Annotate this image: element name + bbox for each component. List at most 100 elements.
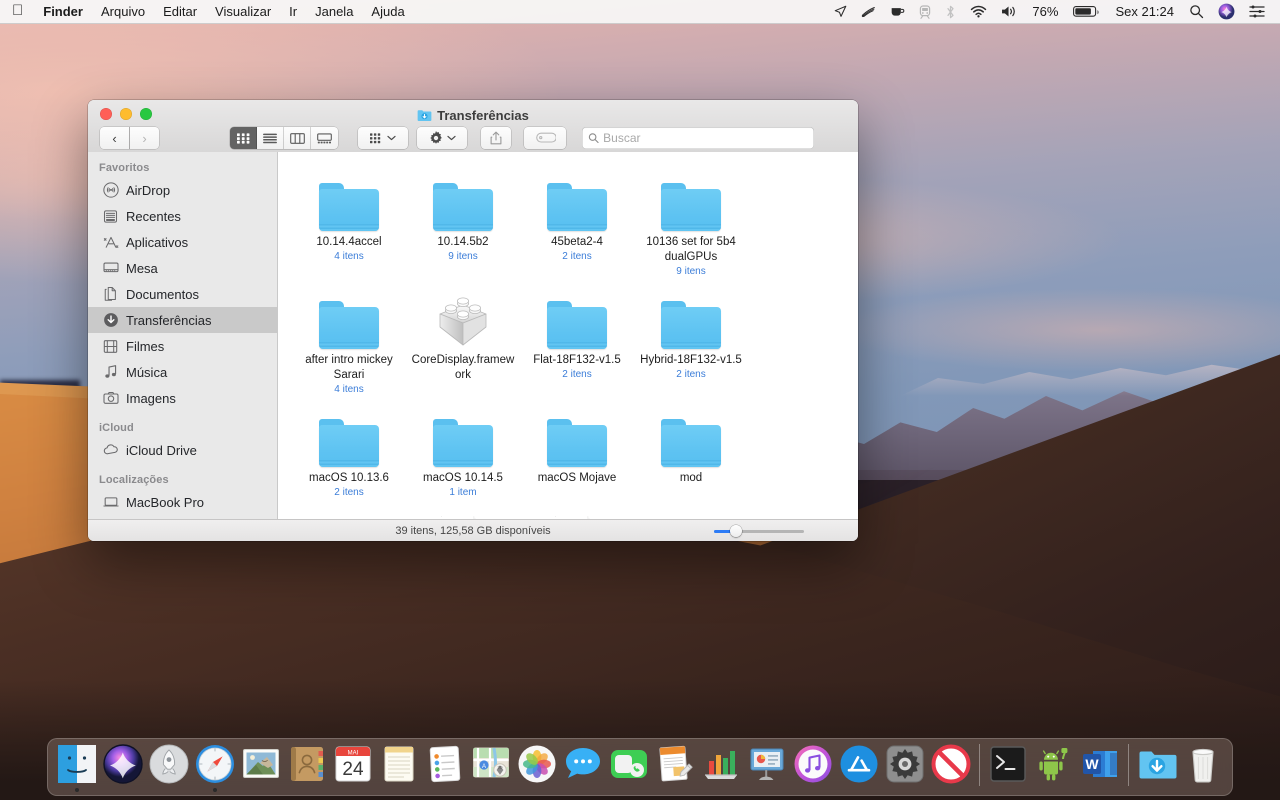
sidebar-section-favoritos: Favoritos — [99, 162, 150, 174]
file-item[interactable]: macOS 10.14.5 1 item — [406, 402, 520, 505]
dock-item-reminders[interactable] — [422, 740, 468, 792]
menu-item-ajuda[interactable]: Ajuda — [362, 0, 413, 24]
file-item[interactable]: ZIP 45beta2.zip — [406, 505, 520, 519]
file-item[interactable]: ZIP 10136 set for 5b4 — [520, 505, 634, 519]
file-item[interactable]: macOS 10.13.6 2 itens — [292, 402, 406, 505]
finder-sidebar[interactable]: Favoritos AirDrop Recentes Aplicativos M… — [88, 152, 278, 519]
forward-button[interactable]: › — [130, 127, 159, 149]
sidebar-item-recentes[interactable]: Recentes — [88, 203, 277, 229]
sidebar-item-icloud-drive[interactable]: iCloud Drive — [88, 437, 277, 463]
sidebar-item-aplicativos[interactable]: Aplicativos — [88, 229, 277, 255]
dock-item-microsoft-word[interactable]: W — [1077, 740, 1123, 792]
search-icon[interactable] — [1182, 0, 1211, 24]
arrange-by-button[interactable] — [358, 127, 408, 149]
status-text: 39 itens, 125,58 GB disponíveis — [395, 524, 551, 537]
search-field[interactable] — [582, 127, 814, 149]
action-button[interactable] — [417, 127, 467, 149]
menu-item-ir[interactable]: Ir — [280, 0, 306, 24]
sidebar-item-documentos[interactable]: Documentos — [88, 281, 277, 307]
sidebar-section-icloud: iCloud — [99, 422, 134, 434]
file-item[interactable]: after intro mickey Sarari 4 itens — [292, 284, 406, 402]
menu-item-janela[interactable]: Janela — [306, 0, 362, 24]
icon-size-slider[interactable] — [714, 525, 804, 537]
dock-item-safari[interactable] — [192, 740, 238, 792]
menu-item-finder[interactable]: Finder — [34, 0, 92, 24]
tags-button[interactable] — [524, 127, 566, 149]
keynote-icon — [746, 743, 788, 785]
menu-item-editar[interactable]: Editar — [154, 0, 206, 24]
dock-item-facetime[interactable] — [606, 740, 652, 792]
folder-icon — [433, 169, 493, 231]
dock-item-trash[interactable] — [1180, 740, 1226, 792]
airplay-icon[interactable] — [854, 0, 883, 24]
file-item[interactable]: mod — [634, 402, 748, 505]
dock-item-messages[interactable] — [560, 740, 606, 792]
dock[interactable]: MAI 24 A 3D W — [47, 738, 1233, 796]
finder-window[interactable]: Transferências ‹ › Buscar Favoritos AirD… — [88, 100, 858, 541]
dock-item-notes[interactable] — [376, 740, 422, 792]
file-item[interactable]: CoreDisplay.framework — [406, 284, 520, 402]
dock-item-launchpad[interactable] — [146, 740, 192, 792]
window-title-bar[interactable]: Transferências ‹ › — [88, 100, 858, 152]
file-item[interactable]: Office Tool — [292, 505, 406, 519]
bluetooth-icon[interactable] — [938, 0, 963, 24]
dock-item-terminal[interactable] — [985, 740, 1031, 792]
file-item[interactable]: Hybrid-18F132-v1.5 2 itens — [634, 284, 748, 402]
dock-item-app-store[interactable] — [836, 740, 882, 792]
file-item[interactable]: 45beta2-4 2 itens — [520, 166, 634, 284]
svg-text:A: A — [482, 764, 486, 770]
file-item[interactable]: macOS Mojave — [520, 402, 634, 505]
coffee-cup-icon[interactable] — [883, 0, 912, 24]
search-input[interactable] — [603, 131, 808, 145]
sidebar-item-mesa[interactable]: Mesa — [88, 255, 277, 281]
dock-item-maps[interactable]: A 3D — [468, 740, 514, 792]
dock-item-system-preferences[interactable] — [882, 740, 928, 792]
dock-item-siri[interactable] — [100, 740, 146, 792]
dock-item-android-file-transfer[interactable] — [1031, 740, 1077, 792]
menu-item-visualizar[interactable]: Visualizar — [206, 0, 280, 24]
sidebar-item-imagens[interactable]: Imagens — [88, 385, 277, 411]
file-item[interactable]: 10136 set for 5b4 dualGPUs 9 itens — [634, 166, 748, 284]
control-center-icon[interactable] — [1242, 0, 1272, 24]
dock-item-photos[interactable] — [514, 740, 560, 792]
apple-logo-icon[interactable]:  — [9, 3, 34, 18]
finder-content[interactable]: 10.14.4accel 4 itens 10.14.5b2 9 itens 4… — [278, 152, 858, 519]
wifi-icon[interactable] — [963, 0, 994, 24]
dock-item-clean-my-mac[interactable] — [928, 740, 974, 792]
dock-item-calendar[interactable]: MAI 24 — [330, 740, 376, 792]
sidebar-item-transferencias[interactable]: Transferências — [88, 307, 277, 333]
sidebar-item-filmes[interactable]: Filmes — [88, 333, 277, 359]
running-indicator — [397, 788, 401, 792]
sidebar-item-airdrop[interactable]: AirDrop — [88, 177, 277, 203]
volume-icon[interactable] — [994, 0, 1024, 24]
file-item[interactable]: Flat-18F132-v1.5 2 itens — [520, 284, 634, 402]
file-item[interactable]: 10.14.4accel 4 itens — [292, 166, 406, 284]
list-view-button[interactable] — [257, 127, 284, 149]
dock-item-pages[interactable] — [652, 740, 698, 792]
dock-item-downloads-stack[interactable] — [1134, 740, 1180, 792]
dock-item-contacts[interactable] — [284, 740, 330, 792]
train-icon[interactable] — [912, 0, 938, 24]
grid-icon — [370, 132, 381, 143]
battery-icon[interactable] — [1066, 0, 1107, 24]
dock-item-finder[interactable] — [54, 740, 100, 792]
back-button[interactable]: ‹ — [100, 127, 129, 149]
sidebar-item-musica[interactable]: Música — [88, 359, 277, 385]
chevron-down-icon — [446, 135, 456, 141]
sidebar-item-macbook-pro[interactable]: MacBook Pro — [88, 489, 277, 515]
column-view-button[interactable] — [284, 127, 311, 149]
location-arrow-icon[interactable] — [827, 0, 854, 24]
dock-item-itunes[interactable] — [790, 740, 836, 792]
dock-item-numbers[interactable] — [698, 740, 744, 792]
file-item[interactable]: 10.14.5b2 9 itens — [406, 166, 520, 284]
icon-view-button[interactable] — [230, 127, 257, 149]
sidebar-item-label: Recentes — [126, 208, 181, 224]
siri-icon[interactable] — [1211, 0, 1242, 24]
gallery-view-button[interactable] — [311, 127, 338, 149]
share-button[interactable] — [481, 127, 511, 149]
dock-item-keynote[interactable] — [744, 740, 790, 792]
dock-item-mail[interactable] — [238, 740, 284, 792]
slider-knob[interactable] — [730, 525, 742, 537]
menu-item-arquivo[interactable]: Arquivo — [92, 0, 154, 24]
menu-bar-clock[interactable]: Sex 21:24 — [1107, 4, 1182, 19]
